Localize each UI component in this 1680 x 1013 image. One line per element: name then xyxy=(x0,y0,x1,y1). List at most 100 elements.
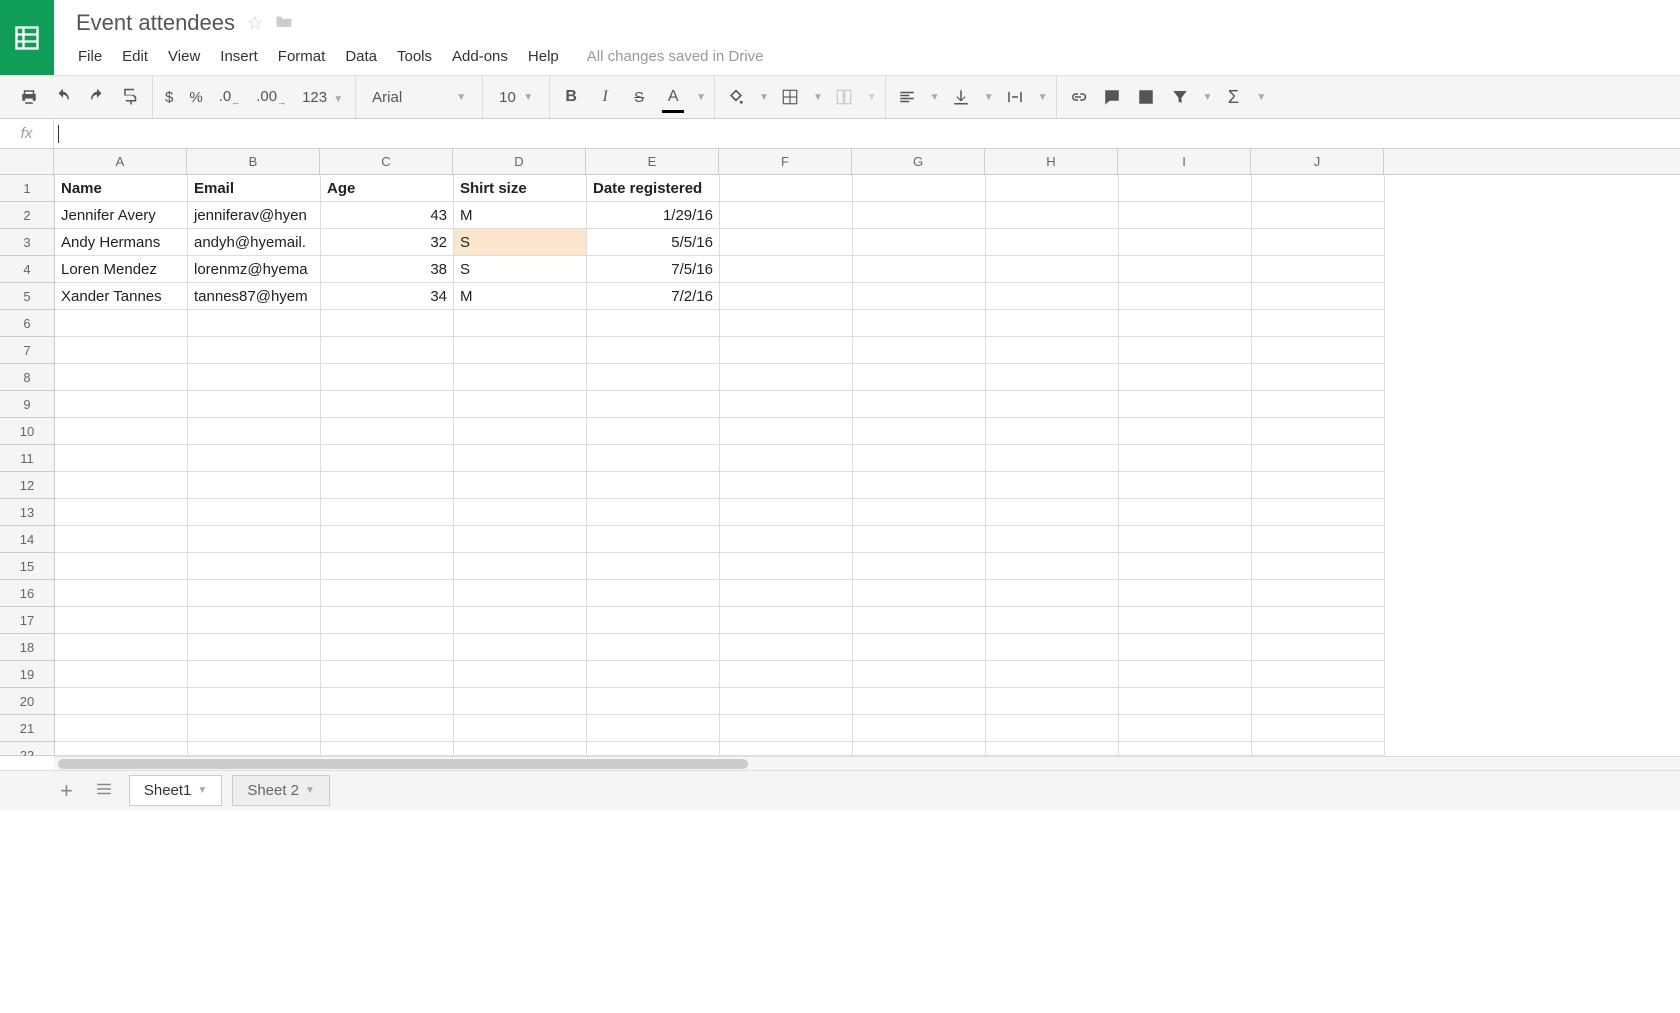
cell[interactable] xyxy=(321,553,454,580)
cell[interactable] xyxy=(321,715,454,742)
cell[interactable] xyxy=(1252,364,1385,391)
cell[interactable] xyxy=(188,310,321,337)
filter-icon[interactable] xyxy=(1167,84,1193,110)
cell[interactable] xyxy=(1119,553,1252,580)
cell[interactable] xyxy=(1252,499,1385,526)
chevron-down-icon[interactable]: ▼ xyxy=(984,92,994,103)
cell[interactable] xyxy=(55,499,188,526)
menu-file[interactable]: File xyxy=(68,42,112,71)
cell[interactable] xyxy=(321,499,454,526)
cell[interactable] xyxy=(853,553,986,580)
cell[interactable] xyxy=(1252,418,1385,445)
cell[interactable] xyxy=(1119,445,1252,472)
cell[interactable] xyxy=(1252,742,1385,756)
cell[interactable] xyxy=(853,607,986,634)
col-header-j[interactable]: J xyxy=(1251,149,1384,174)
cell[interactable] xyxy=(1119,418,1252,445)
cell[interactable] xyxy=(720,553,853,580)
cell[interactable]: Shirt size xyxy=(454,175,587,202)
cell[interactable]: Xander Tannes xyxy=(55,283,188,310)
cell[interactable] xyxy=(853,283,986,310)
cell[interactable] xyxy=(986,229,1119,256)
cell[interactable] xyxy=(321,310,454,337)
menu-insert[interactable]: Insert xyxy=(210,42,268,71)
cell[interactable] xyxy=(188,526,321,553)
cell[interactable] xyxy=(55,364,188,391)
cell[interactable] xyxy=(1119,580,1252,607)
horizontal-align-icon[interactable] xyxy=(894,84,920,110)
cell[interactable]: jenniferav@hyen xyxy=(188,202,321,229)
chevron-down-icon[interactable]: ▼ xyxy=(696,92,706,103)
cell[interactable] xyxy=(720,607,853,634)
cell[interactable] xyxy=(853,364,986,391)
sheet-tab-active[interactable]: Sheet1 ▼ xyxy=(129,775,222,806)
cell[interactable] xyxy=(720,715,853,742)
cell[interactable] xyxy=(188,580,321,607)
cell[interactable]: 5/5/16 xyxy=(587,229,720,256)
cell[interactable] xyxy=(853,580,986,607)
cell[interactable] xyxy=(986,418,1119,445)
cell[interactable] xyxy=(720,229,853,256)
cell[interactable] xyxy=(1252,391,1385,418)
cell[interactable]: 1/29/16 xyxy=(587,202,720,229)
cell[interactable] xyxy=(1119,688,1252,715)
cell[interactable] xyxy=(587,310,720,337)
cell[interactable] xyxy=(1119,283,1252,310)
cell[interactable] xyxy=(1252,202,1385,229)
cell[interactable] xyxy=(1252,580,1385,607)
cell[interactable] xyxy=(1252,310,1385,337)
cell[interactable] xyxy=(55,418,188,445)
cell[interactable] xyxy=(1119,634,1252,661)
cell[interactable] xyxy=(55,742,188,756)
cell[interactable] xyxy=(853,661,986,688)
chevron-down-icon[interactable]: ▼ xyxy=(813,92,823,103)
more-formats-button[interactable]: 123 ▼ xyxy=(298,89,347,106)
cell[interactable] xyxy=(1252,256,1385,283)
row-header[interactable]: 1 xyxy=(0,175,54,202)
cell[interactable] xyxy=(55,634,188,661)
cell[interactable] xyxy=(853,175,986,202)
col-header-b[interactable]: B xyxy=(187,149,320,174)
menu-view[interactable]: View xyxy=(158,42,210,71)
menu-tools[interactable]: Tools xyxy=(387,42,442,71)
row-header[interactable]: 17 xyxy=(0,607,54,634)
cell[interactable] xyxy=(55,661,188,688)
cell[interactable] xyxy=(55,337,188,364)
cell[interactable] xyxy=(55,310,188,337)
all-sheets-icon[interactable] xyxy=(89,778,119,804)
chevron-down-icon[interactable]: ▼ xyxy=(1203,92,1213,103)
text-color-button[interactable]: A xyxy=(660,84,686,110)
cell[interactable] xyxy=(587,634,720,661)
cell[interactable]: 34 xyxy=(321,283,454,310)
cells-area[interactable]: NameEmailAgeShirt sizeDate registeredJen… xyxy=(55,175,1385,756)
cell[interactable] xyxy=(454,364,587,391)
cell[interactable] xyxy=(188,607,321,634)
cell[interactable] xyxy=(986,715,1119,742)
cell[interactable] xyxy=(321,472,454,499)
cell[interactable]: Email xyxy=(188,175,321,202)
row-header[interactable]: 2 xyxy=(0,202,54,229)
cell[interactable] xyxy=(1252,175,1385,202)
cell[interactable] xyxy=(454,337,587,364)
col-header-a[interactable]: A xyxy=(54,149,187,174)
cell[interactable] xyxy=(1252,283,1385,310)
cell[interactable] xyxy=(1119,742,1252,756)
cell[interactable] xyxy=(454,499,587,526)
insert-link-icon[interactable] xyxy=(1065,84,1091,110)
cell[interactable] xyxy=(720,499,853,526)
cell[interactable]: M xyxy=(454,202,587,229)
vertical-align-icon[interactable] xyxy=(948,84,974,110)
percent-button[interactable]: % xyxy=(185,89,206,106)
cell[interactable] xyxy=(853,499,986,526)
cell[interactable] xyxy=(1252,553,1385,580)
cell[interactable] xyxy=(454,715,587,742)
cell[interactable] xyxy=(188,472,321,499)
cell[interactable] xyxy=(321,661,454,688)
cell[interactable] xyxy=(321,364,454,391)
cell[interactable] xyxy=(454,418,587,445)
cell[interactable] xyxy=(1119,256,1252,283)
col-header-f[interactable]: F xyxy=(719,149,852,174)
cell[interactable] xyxy=(1252,526,1385,553)
cell[interactable] xyxy=(1252,229,1385,256)
cell[interactable] xyxy=(321,688,454,715)
